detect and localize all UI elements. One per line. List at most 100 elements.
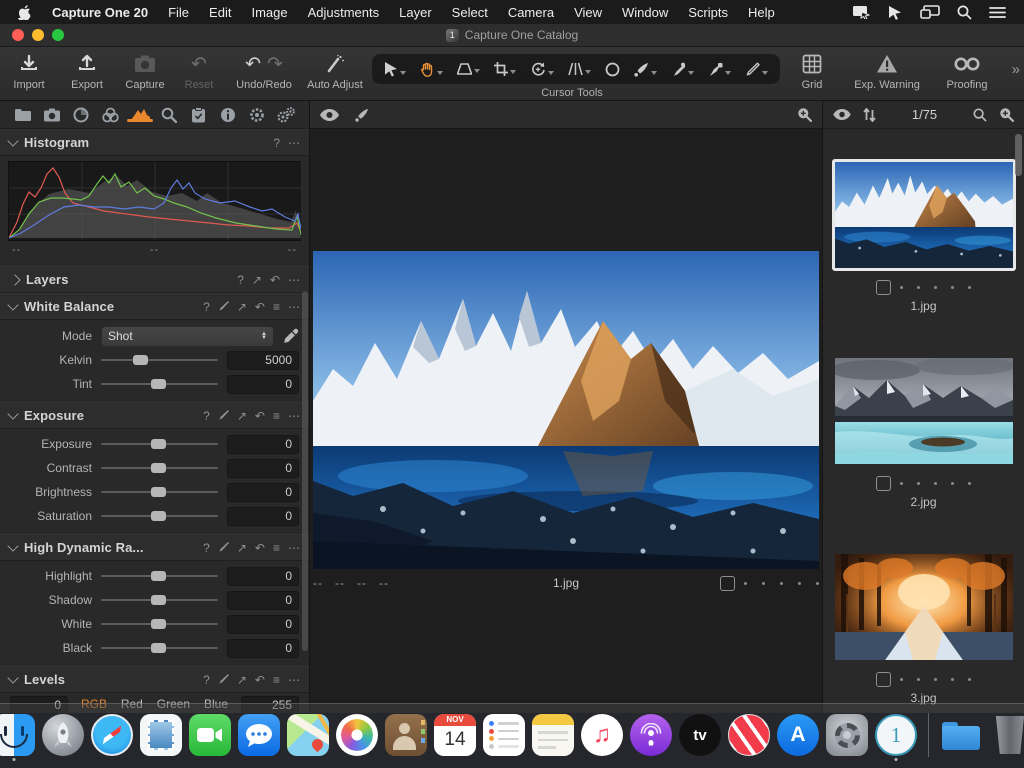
- dock-notes[interactable]: [532, 714, 574, 756]
- kelvin-value[interactable]: 5000: [227, 350, 299, 370]
- presets-icon[interactable]: ≡: [273, 409, 280, 423]
- menu-view[interactable]: View: [564, 5, 612, 20]
- white-balance-section-header[interactable]: White Balance ? ↗ ↶ ≡ ⋯: [0, 293, 309, 320]
- dock-finder[interactable]: [0, 714, 35, 761]
- exposure-warning-button[interactable]: Exp. Warning: [846, 52, 928, 91]
- menu-image[interactable]: Image: [241, 5, 297, 20]
- dock-system-preferences[interactable]: [826, 714, 868, 756]
- tab-batch-gears[interactable]: [276, 106, 296, 123]
- dock-podcasts[interactable]: [630, 714, 672, 756]
- auto-adjust-button[interactable]: Auto Adjust: [300, 52, 370, 91]
- menu-camera[interactable]: Camera: [498, 5, 564, 20]
- menu-app-name[interactable]: Capture One 20: [42, 5, 158, 20]
- more-options-icon[interactable]: ⋯: [288, 300, 300, 314]
- tint-value[interactable]: 0: [227, 374, 299, 394]
- annotate-tool[interactable]: [745, 62, 768, 77]
- edit-brush-icon[interactable]: [218, 674, 229, 685]
- title-bar[interactable]: 1 Capture One Catalog: [0, 24, 1024, 47]
- pick-checkbox[interactable]: [876, 280, 891, 295]
- highlight-value[interactable]: 0: [227, 566, 299, 586]
- tab-library[interactable]: [13, 108, 33, 122]
- select-tool[interactable]: [384, 61, 406, 77]
- dock-calendar[interactable]: NOV 14: [434, 714, 476, 756]
- thumbnail-2-photo[interactable]: [834, 358, 1013, 464]
- pop-out-icon[interactable]: ↗: [237, 300, 247, 314]
- pan-tool[interactable]: [420, 62, 443, 77]
- presets-icon[interactable]: ≡: [273, 541, 280, 555]
- clone-tool[interactable]: [708, 62, 731, 77]
- dock-reminders[interactable]: [483, 714, 525, 756]
- thumbnail-1[interactable]: 1.jpg: [831, 159, 1016, 313]
- dock-contacts[interactable]: [385, 714, 427, 756]
- menu-layer[interactable]: Layer: [389, 5, 442, 20]
- pick-checkbox[interactable]: [876, 672, 891, 687]
- dock-maps[interactable]: [287, 714, 329, 756]
- exposure-section-header[interactable]: Exposure ? ↗ ↶ ≡ ⋯: [0, 402, 309, 429]
- pick-checkbox[interactable]: [876, 476, 891, 491]
- crop-tool[interactable]: [494, 62, 516, 76]
- saturation-value[interactable]: 0: [227, 506, 299, 526]
- dock-safari[interactable]: [91, 714, 133, 756]
- more-options-icon[interactable]: ⋯: [288, 136, 300, 150]
- histogram-section-header[interactable]: Histogram ? ⋯: [0, 129, 309, 156]
- circle-tool[interactable]: [605, 62, 620, 77]
- pop-out-icon[interactable]: ↗: [252, 273, 262, 287]
- menu-adjustments[interactable]: Adjustments: [298, 5, 390, 20]
- zoom-in-icon[interactable]: [797, 107, 812, 122]
- menu-select[interactable]: Select: [442, 5, 498, 20]
- undo-redo-button[interactable]: ↶ ↷ Undo/Redo: [228, 52, 300, 92]
- browser-scrollbar[interactable]: [1015, 134, 1022, 176]
- reset-section-icon[interactable]: ↶: [255, 541, 265, 555]
- capture-button[interactable]: Capture: [116, 52, 174, 91]
- heal-tool[interactable]: [671, 62, 694, 77]
- dock-launchpad[interactable]: [42, 714, 84, 756]
- edit-brush-icon[interactable]: [218, 410, 229, 421]
- more-options-icon[interactable]: ⋯: [288, 541, 300, 555]
- pop-out-icon[interactable]: ↗: [237, 673, 247, 687]
- undo-icon[interactable]: ↶: [245, 53, 261, 76]
- reset-section-icon[interactable]: ↶: [255, 673, 265, 687]
- contrast-slider[interactable]: [101, 463, 218, 473]
- exposure-value[interactable]: 0: [227, 434, 299, 454]
- grid-button[interactable]: Grid: [788, 52, 836, 91]
- zoom-thumbnails-icon[interactable]: [999, 107, 1014, 122]
- shadow-slider[interactable]: [101, 595, 218, 605]
- help-icon[interactable]: ?: [203, 409, 210, 423]
- black-slider[interactable]: [101, 643, 218, 653]
- tab-metadata-info[interactable]: [218, 107, 238, 123]
- eye-icon[interactable]: [833, 109, 851, 120]
- thumbnail-2[interactable]: 2.jpg: [832, 355, 1016, 509]
- tools-panel-scrollbar[interactable]: [302, 291, 308, 651]
- shadow-value[interactable]: 0: [227, 590, 299, 610]
- displays-icon[interactable]: [920, 5, 940, 19]
- dock-mail[interactable]: [140, 714, 182, 756]
- thumbnail-1-photo[interactable]: [831, 159, 1016, 271]
- hdr-section-header[interactable]: High Dynamic Ra... ? ↗ ↶ ≡ ⋯: [0, 534, 309, 561]
- dock-appstore[interactable]: A: [777, 714, 819, 756]
- pointer-status-icon[interactable]: [887, 5, 903, 20]
- brightness-value[interactable]: 0: [227, 482, 299, 502]
- help-icon[interactable]: ?: [203, 673, 210, 687]
- dock-photos[interactable]: [336, 714, 378, 756]
- more-options-icon[interactable]: ⋯: [288, 673, 300, 687]
- eye-icon[interactable]: [320, 108, 339, 121]
- saturation-slider[interactable]: [101, 511, 218, 521]
- exposure-slider[interactable]: [101, 439, 218, 449]
- screen-mirroring-icon[interactable]: [852, 5, 870, 19]
- thumbnail-3-photo[interactable]: [834, 554, 1013, 660]
- tab-exposure[interactable]: [126, 107, 153, 122]
- rating-dots[interactable]: [900, 482, 971, 485]
- thumbnail-3[interactable]: 3.jpg: [832, 551, 1016, 705]
- help-icon[interactable]: ?: [273, 136, 280, 150]
- tab-capture[interactable]: [42, 108, 62, 122]
- menu-scripts[interactable]: Scripts: [678, 5, 738, 20]
- brush-icon[interactable]: [355, 108, 369, 122]
- draw-mask-tool[interactable]: [634, 62, 657, 77]
- dock-music[interactable]: ♫: [581, 714, 623, 756]
- help-icon[interactable]: ?: [203, 541, 210, 555]
- wb-mode-select[interactable]: Shot ▲ ▼: [101, 325, 274, 347]
- rating-dots[interactable]: [900, 286, 971, 289]
- control-center-list-icon[interactable]: [989, 6, 1006, 19]
- reset-section-icon[interactable]: ↶: [270, 273, 280, 287]
- rating-dots[interactable]: [900, 678, 971, 681]
